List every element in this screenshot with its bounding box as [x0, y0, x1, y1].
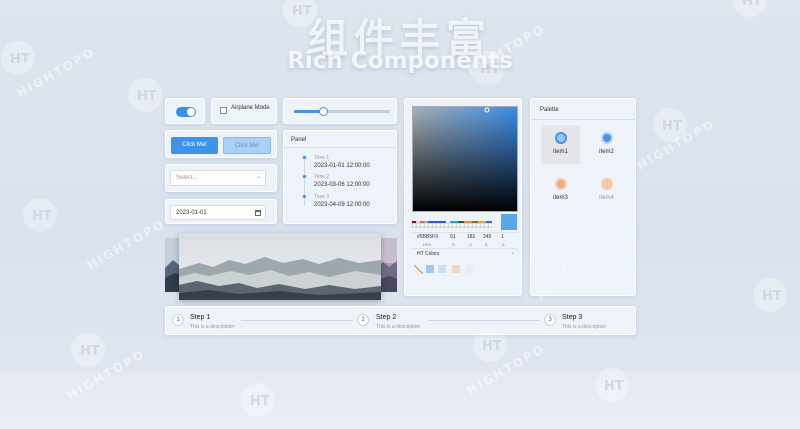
- chevron-down-icon: ⌄: [255, 174, 261, 180]
- a-value[interactable]: 1: [501, 234, 504, 240]
- b-value[interactable]: 249: [483, 234, 491, 240]
- select-placeholder: Select...: [176, 175, 198, 181]
- palette-item-label: item1: [553, 149, 568, 155]
- a-label: A: [502, 242, 505, 247]
- airplane-mode-checkbox[interactable]: [220, 107, 227, 114]
- step-title: Step 1: [190, 314, 211, 321]
- color-swatch[interactable]: [426, 265, 434, 273]
- palette-item-icon: [555, 132, 567, 144]
- select-dropdown[interactable]: Select... ⌄: [170, 170, 266, 186]
- step-number[interactable]: 2: [357, 314, 369, 326]
- palette-item-label: item4: [599, 195, 614, 201]
- step-title: Step 3: [562, 314, 583, 321]
- page-title-en: Rich Components: [287, 48, 513, 74]
- click-me-primary-button[interactable]: Click Me!: [171, 137, 218, 154]
- color-saturation-canvas[interactable]: [412, 106, 518, 212]
- palette-item-label: item2: [599, 149, 614, 155]
- palette-item-2[interactable]: item2: [587, 125, 626, 164]
- calendar-icon[interactable]: [255, 210, 261, 216]
- timeline-dot: [302, 194, 307, 199]
- palette-item-4[interactable]: item4: [587, 171, 626, 210]
- switch-card: [165, 98, 205, 124]
- palette-divider: [531, 119, 635, 120]
- step-connector: [428, 320, 540, 321]
- watermark-text: HIGHTOPO: [85, 217, 168, 273]
- select-card: Select... ⌄: [165, 164, 277, 192]
- alpha-slider[interactable]: [412, 223, 492, 229]
- date-value: 2023-01-01: [176, 210, 207, 216]
- date-picker-card: 2023-01-01: [165, 199, 277, 224]
- hex-label: HEX: [423, 242, 432, 247]
- steps-card: 1 Step 1 This is a description 2 Step 2 …: [165, 306, 636, 335]
- palette-title: Palette: [540, 107, 559, 113]
- palette-card: Palette item1 item2 item3 item4: [530, 98, 636, 296]
- step-number[interactable]: 1: [172, 314, 184, 326]
- chevron-down-icon: ⌄: [510, 250, 515, 256]
- r-value[interactable]: 91: [450, 234, 456, 240]
- timeline-dot: [302, 174, 307, 179]
- step-connector: [241, 320, 353, 321]
- panel-card: Panel Time 1 2023-01-01 12:00:00 Time 2 …: [283, 130, 397, 224]
- airplane-mode-card: Airplane Mode: [211, 98, 277, 124]
- g-label: G: [469, 242, 473, 247]
- color-swatch[interactable]: [438, 265, 446, 273]
- palette-item-label: item3: [553, 195, 568, 201]
- hue-slider[interactable]: [412, 214, 492, 227]
- toggle-switch[interactable]: [176, 107, 196, 117]
- watermark-text: HIGHTOPO: [635, 117, 718, 173]
- timeline-time: 2023-01-01 12:00:00: [314, 163, 370, 169]
- floor-band: [0, 372, 800, 429]
- palette-item-icon: [555, 178, 567, 190]
- timeline-time: 2023-04-09 12:00:00: [314, 202, 370, 208]
- b-label: B: [485, 242, 488, 247]
- preset-colors-label: HT Colors: [417, 251, 440, 257]
- airplane-mode-label: Airplane Mode: [231, 105, 270, 111]
- step-description: This is a description: [190, 324, 235, 330]
- palette-item-3[interactable]: item3: [541, 171, 580, 210]
- step-number[interactable]: 3: [544, 314, 556, 326]
- r-label: R: [452, 242, 455, 247]
- palette-item-1[interactable]: item1: [541, 125, 580, 164]
- color-preview: [501, 214, 517, 230]
- timeline-dot: [302, 155, 307, 160]
- timeline-label: Time 2: [314, 174, 330, 180]
- buttons-card: Click Me! Click Me!: [165, 130, 277, 158]
- no-color-swatch[interactable]: [414, 265, 423, 274]
- step-title: Step 2: [376, 314, 397, 321]
- color-swatch[interactable]: [480, 265, 488, 273]
- color-swatch[interactable]: [452, 265, 460, 273]
- color-values-divider: [412, 232, 518, 233]
- preset-colors-select[interactable]: HT Colors ⌄: [412, 248, 518, 260]
- palette-item-icon: [601, 132, 613, 144]
- slider-track[interactable]: [294, 107, 390, 116]
- slider-card: [283, 98, 397, 124]
- timeline-time: 2023-03-06 12:00:00: [314, 182, 370, 188]
- date-input[interactable]: 2023-01-01: [170, 205, 266, 220]
- color-swatch[interactable]: [466, 265, 474, 273]
- step-description: This is a description: [562, 324, 607, 330]
- slider-thumb[interactable]: [318, 107, 328, 116]
- palette-item-icon: [601, 178, 613, 190]
- timeline-label: Time 3: [314, 194, 330, 200]
- click-me-secondary-button[interactable]: Click Me!: [223, 137, 271, 154]
- panel-title: Panel: [291, 137, 307, 143]
- hex-value[interactable]: #5BB5F9: [417, 234, 438, 240]
- g-value[interactable]: 181: [467, 234, 475, 240]
- carousel-image-main[interactable]: [179, 233, 381, 300]
- color-picker-card: #5BB5F9 91 181 249 1 HEX R G B A HT Colo…: [404, 98, 522, 296]
- step-description: This is a description: [376, 324, 421, 330]
- panel-divider: [284, 147, 396, 148]
- timeline-label: Time 1: [314, 155, 330, 161]
